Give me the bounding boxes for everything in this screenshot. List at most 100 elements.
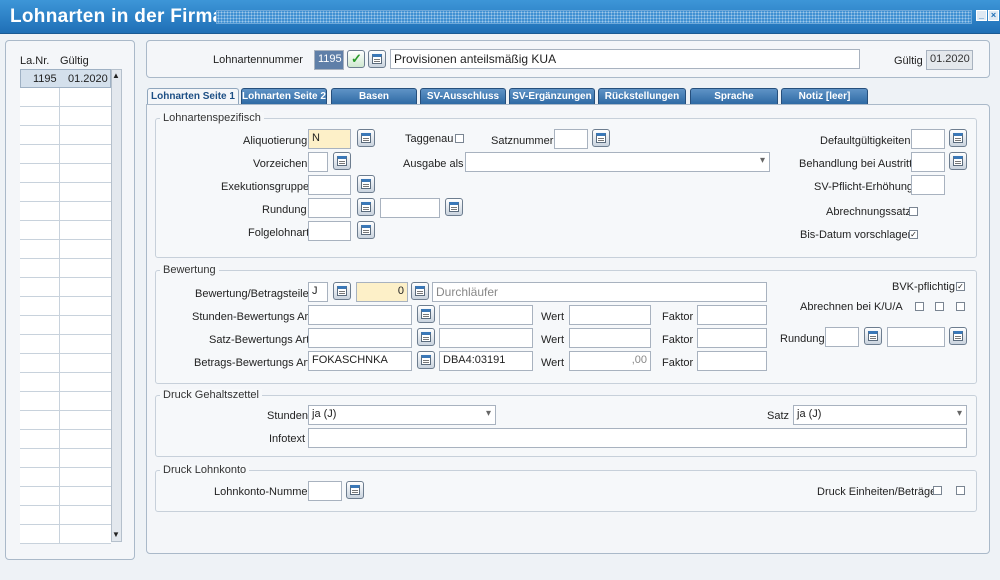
satz-select[interactable]: ja (J): [793, 405, 967, 425]
stunden-bewertung-lookup-button[interactable]: [417, 305, 435, 323]
betragsteiler-input[interactable]: J: [308, 282, 328, 302]
wert-input-3[interactable]: ,00: [569, 351, 651, 371]
satz-bewertung-code[interactable]: [439, 328, 533, 348]
defaultgueltigkeiten-lookup-button[interactable]: [949, 129, 967, 147]
defaultgueltigkeiten-input[interactable]: [911, 129, 945, 149]
faktor-input-2[interactable]: [697, 328, 767, 348]
list-row-empty[interactable]: [20, 126, 111, 145]
list-row-empty[interactable]: [20, 449, 111, 468]
tab-3[interactable]: Basen: [331, 88, 417, 104]
tab-8[interactable]: Notiz [leer]: [781, 88, 868, 104]
exekutionsgruppe-lookup-button[interactable]: [357, 175, 375, 193]
rundung-input-2[interactable]: [380, 198, 440, 218]
svpflicht-input[interactable]: [911, 175, 945, 195]
folgelohnart-lookup-button[interactable]: [357, 221, 375, 239]
abrechnen-k-checkbox[interactable]: [915, 302, 924, 311]
list-row-empty[interactable]: [20, 297, 111, 316]
list-row-empty[interactable]: [20, 316, 111, 335]
ausgabe-select[interactable]: [465, 152, 770, 172]
tab-1[interactable]: Lohnarten Seite 1: [147, 88, 239, 105]
abrechnen-a-checkbox[interactable]: [956, 302, 965, 311]
list-row-empty[interactable]: [20, 525, 111, 544]
behandlung-lookup-button[interactable]: [949, 152, 967, 170]
abrechnen-u-checkbox[interactable]: [935, 302, 944, 311]
satznummer-input[interactable]: [554, 129, 588, 149]
nummer-lookup-button[interactable]: [368, 50, 386, 68]
list-row-empty[interactable]: [20, 221, 111, 240]
behandlung-input[interactable]: [911, 152, 945, 172]
bewertung-rundung-input[interactable]: [825, 327, 859, 347]
list-row-empty[interactable]: [20, 240, 111, 259]
exekutionsgruppe-input[interactable]: [308, 175, 351, 195]
list-row-empty[interactable]: [20, 430, 111, 449]
bvk-checkbox[interactable]: ✓: [956, 282, 965, 291]
satz-bewertung-lookup-button[interactable]: [417, 328, 435, 346]
list-row-empty[interactable]: [20, 183, 111, 202]
list-row-empty[interactable]: [20, 468, 111, 487]
list-scrollbar[interactable]: [111, 69, 122, 542]
list-row-empty[interactable]: [20, 335, 111, 354]
list-row-empty[interactable]: [20, 354, 111, 373]
betragsteiler-number-lookup-button[interactable]: [411, 282, 429, 300]
close-icon[interactable]: ×: [988, 10, 999, 21]
stunden-bewertung-code[interactable]: [439, 305, 533, 325]
list-row-empty[interactable]: [20, 373, 111, 392]
list-row-empty[interactable]: [20, 88, 111, 107]
list-row-selected[interactable]: 1195 01.2020: [20, 69, 111, 88]
bisdatum-checkbox[interactable]: ✓: [909, 230, 918, 239]
vorzeichen-input[interactable]: [308, 152, 328, 172]
confirm-button[interactable]: ✓: [347, 50, 365, 68]
tab-6[interactable]: Rückstellungen: [598, 88, 686, 104]
scroll-down-icon[interactable]: ▼: [112, 530, 120, 539]
folgelohnart-input[interactable]: [308, 221, 351, 241]
rundung-input[interactable]: [308, 198, 351, 218]
lohnartennummer-input[interactable]: 1195: [314, 50, 344, 70]
faktor-input-1[interactable]: [697, 305, 767, 325]
betragsteiler-lookup-button[interactable]: [333, 282, 351, 300]
bewertung-rundung-input-2[interactable]: [887, 327, 945, 347]
aliquotierung-lookup-button[interactable]: [357, 129, 375, 147]
faktor-input-3[interactable]: [697, 351, 767, 371]
lohnkonto-nummer-lookup-button[interactable]: [346, 481, 364, 499]
rundung-lookup-button-2[interactable]: [445, 198, 463, 216]
lohnkonto-nummer-input[interactable]: [308, 481, 342, 501]
einheiten-checkbox-1[interactable]: [933, 486, 942, 495]
satz-bewertung-input[interactable]: [308, 328, 412, 348]
list-row-empty[interactable]: [20, 506, 111, 525]
einheiten-checkbox-2[interactable]: [956, 486, 965, 495]
bewertung-rundung-lookup-button[interactable]: [864, 327, 882, 345]
wert-input-1[interactable]: [569, 305, 651, 325]
title-drag-area[interactable]: [216, 10, 972, 24]
tab-4[interactable]: SV-Ausschluss: [420, 88, 506, 104]
rundung-lookup-button[interactable]: [357, 198, 375, 216]
list-row-empty[interactable]: [20, 487, 111, 506]
tab-2[interactable]: Lohnarten Seite 2: [241, 88, 327, 104]
list-row-empty[interactable]: [20, 278, 111, 297]
list-row-empty[interactable]: [20, 259, 111, 278]
aliquotierung-input[interactable]: N: [308, 129, 351, 149]
list-row-empty[interactable]: [20, 107, 111, 126]
abrechnungssatz-checkbox[interactable]: [909, 207, 918, 216]
bewertung-rundung-lookup-button-2[interactable]: [949, 327, 967, 345]
betragsteiler-number[interactable]: 0: [356, 282, 408, 302]
list-row-empty[interactable]: [20, 145, 111, 164]
taggenau-checkbox[interactable]: [455, 134, 464, 143]
betrags-bewertung-code[interactable]: DBA4:03191: [439, 351, 533, 371]
minimize-icon[interactable]: _: [976, 10, 987, 21]
list-row-empty[interactable]: [20, 411, 111, 430]
wert-input-2[interactable]: [569, 328, 651, 348]
list-row-empty[interactable]: [20, 392, 111, 411]
tab-5[interactable]: SV-Ergänzungen: [509, 88, 595, 104]
betrags-bewertung-input[interactable]: FOKASCHNKA: [308, 351, 412, 371]
infotext-input[interactable]: [308, 428, 967, 448]
stunden-select[interactable]: ja (J): [308, 405, 496, 425]
stunden-bewertung-input[interactable]: [308, 305, 412, 325]
satznummer-lookup-button[interactable]: [592, 129, 610, 147]
scroll-up-icon[interactable]: ▲: [112, 71, 120, 80]
vorzeichen-lookup-button[interactable]: [333, 152, 351, 170]
bezeichnung-input[interactable]: Provisionen anteilsmäßig KUA: [390, 49, 860, 69]
list-row-empty[interactable]: [20, 202, 111, 221]
tab-7[interactable]: Sprache: [690, 88, 778, 104]
betrags-bewertung-lookup-button[interactable]: [417, 351, 435, 369]
list-row-empty[interactable]: [20, 164, 111, 183]
